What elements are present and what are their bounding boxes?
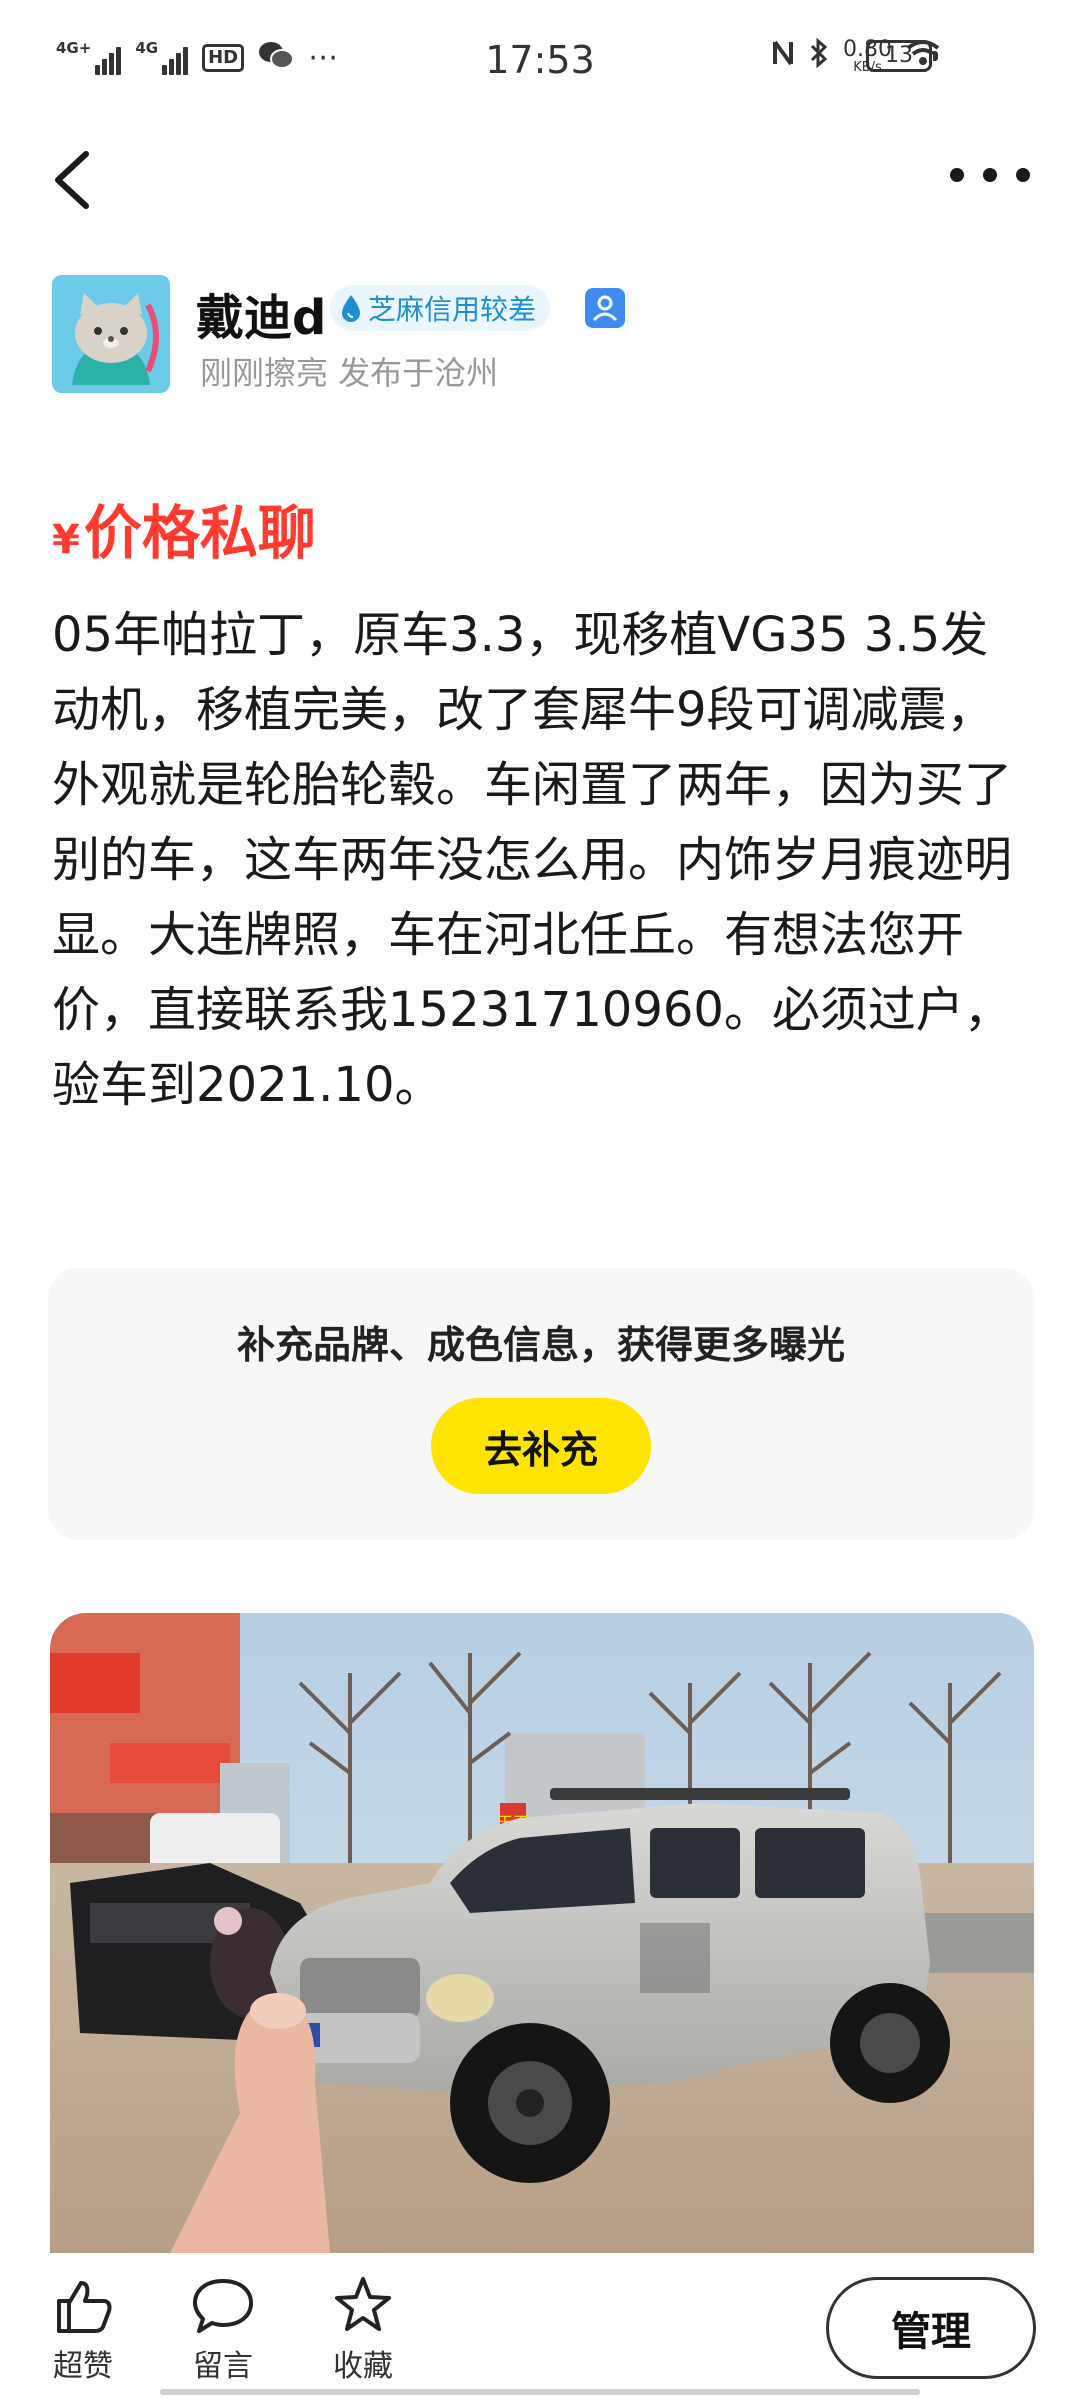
more-options-button[interactable] bbox=[950, 150, 1030, 200]
supplement-prompt: 补充品牌、成色信息，获得更多曝光 bbox=[236, 1323, 845, 1367]
battery-icon: 13 bbox=[866, 40, 938, 72]
post-meta: 刚刚擦亮 发布于沧州 bbox=[200, 354, 499, 392]
avatar[interactable] bbox=[52, 275, 170, 393]
supplement-button[interactable]: 去补充 bbox=[431, 1398, 651, 1494]
price-label: 价格私聊 bbox=[83, 499, 316, 567]
listing-photo[interactable]: 天天 超 bbox=[50, 1613, 1034, 2253]
nfc-icon bbox=[771, 38, 795, 74]
thumbs-up-icon bbox=[57, 2281, 112, 2333]
more-dot-icon bbox=[950, 168, 964, 182]
manage-button[interactable]: 管理 bbox=[826, 2277, 1036, 2379]
currency-symbol: ¥ bbox=[52, 517, 80, 563]
user-name[interactable]: 戴迪d bbox=[196, 278, 326, 348]
more-dot-icon bbox=[1016, 168, 1030, 182]
cat-avatar-icon bbox=[52, 275, 170, 393]
like-button[interactable]: 超赞 bbox=[38, 2273, 128, 2385]
star-icon bbox=[335, 2277, 391, 2331]
back-arrow-icon bbox=[55, 151, 89, 209]
home-indicator[interactable] bbox=[160, 2389, 920, 2395]
verified-user-icon[interactable] bbox=[585, 288, 625, 328]
water-drop-icon bbox=[342, 295, 360, 322]
supplement-card: 补充品牌、成色信息，获得更多曝光 去补充 bbox=[48, 1268, 1034, 1540]
more-dot-icon bbox=[983, 168, 997, 182]
status-bar: 4G+ 4G HD ⋯ 17:53 0.80 KB/s 13 bbox=[0, 0, 1080, 124]
listing-description: 05年帕拉丁，原车3.3，现移植VG35 3.5发动机，移植完美，改了套犀牛9段… bbox=[52, 607, 1013, 1113]
back-button[interactable] bbox=[44, 140, 104, 220]
credit-badge[interactable]: 芝麻信用较差 bbox=[330, 285, 551, 331]
bluetooth-icon bbox=[809, 37, 829, 74]
speech-bubble-icon bbox=[193, 2279, 253, 2333]
car-photo: 天天 超 bbox=[50, 1613, 1034, 2253]
price: ¥ 价格私聊 bbox=[52, 486, 316, 570]
favorite-button[interactable]: 收藏 bbox=[318, 2273, 408, 2385]
bottom-action-bar: 超赞 留言 收藏 管理 bbox=[0, 2253, 1080, 2400]
comment-button[interactable]: 留言 bbox=[178, 2273, 268, 2385]
